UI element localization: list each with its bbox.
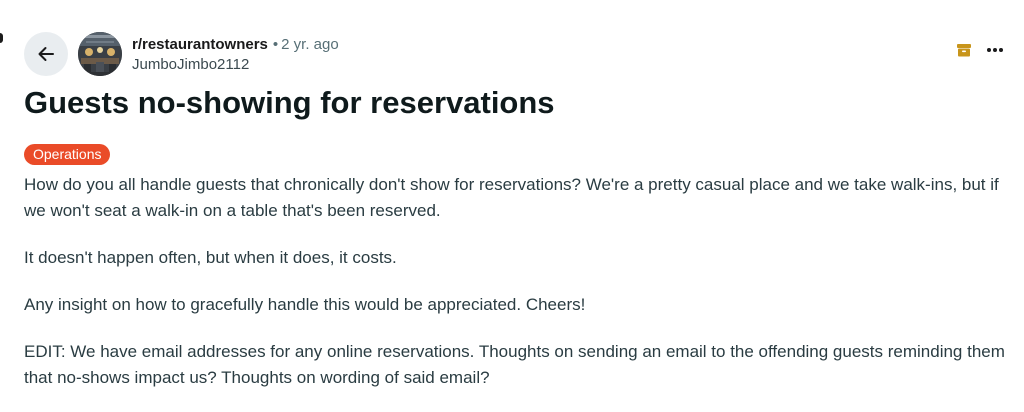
subreddit-avatar-image [78, 32, 122, 76]
post-meta: r/restaurantowners • 2 yr. ago JumboJimbo2… [132, 36, 339, 74]
archive-icon [956, 42, 972, 63]
more-options-button[interactable] [986, 42, 1004, 63]
more-options-icon [987, 48, 1003, 52]
meta-separator: • [272, 36, 279, 53]
post-flair[interactable]: Operations [24, 144, 111, 165]
post-paragraph: Any insight on how to gracefully handle … [24, 295, 586, 314]
subreddit-line: r/restaurantowners • 2 yr. ago [132, 36, 339, 54]
post-paragraph: It doesn't happen often, but when it doe… [24, 248, 397, 267]
subreddit-name[interactable]: r/restaurantowners [132, 36, 268, 53]
post-paragraph: How do you all handle guests that chroni… [24, 175, 999, 220]
post-age: 2 yr. ago [281, 36, 339, 53]
post-title: Guests no-showing for reservations [24, 85, 555, 120]
post-actions [956, 42, 1004, 63]
arrow-left-icon [38, 47, 54, 61]
subreddit-avatar[interactable] [78, 32, 122, 76]
back-button[interactable] [24, 32, 68, 76]
post-paragraph: EDIT: We have email addresses for any on… [24, 342, 1005, 387]
author-name[interactable]: JumboJimbo2112 [132, 56, 339, 74]
edge-indicator [0, 33, 3, 43]
post-header: r/restaurantowners • 2 yr. ago JumboJimbo2… [24, 32, 1004, 80]
post-body: How do you all handle guests that chroni… [24, 172, 1009, 412]
